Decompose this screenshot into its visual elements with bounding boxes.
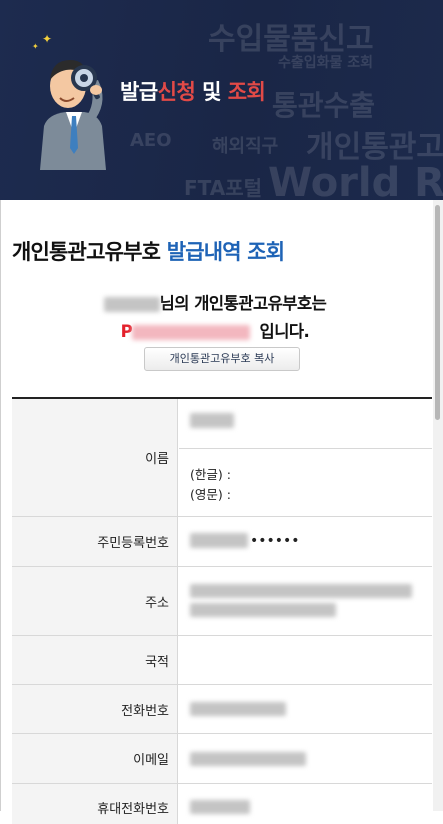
row-label: 주소 (12, 567, 178, 635)
redacted-rrn (190, 533, 248, 548)
table-row-address: 주소 (12, 567, 432, 636)
magnifier-man-illustration (40, 60, 106, 170)
page-title: 개인통관고유부호 발급내역 조회 (12, 240, 285, 264)
name-korean-label: (한글) : (190, 467, 231, 482)
name-english-label: (영문) : (190, 487, 231, 502)
row-label: 전화번호 (12, 685, 178, 733)
row-label: 주민등록번호 (12, 517, 178, 566)
row-label: 이름 (12, 399, 178, 516)
banner-bg-word: 해외직구 (212, 136, 279, 157)
banner: 수입물품신고 수출입화물 조회 통관수출 개인통관고유 AEO 해외직구 FTA… (0, 0, 443, 200)
result-message-line1: 님의 개인통관고유부호는 (0, 290, 430, 314)
banner-bg-word: AEO (130, 130, 172, 151)
redacted-address-line1 (190, 584, 412, 598)
redacted-email (190, 752, 306, 766)
redacted-phone (190, 702, 286, 716)
redacted-name (103, 297, 160, 312)
redacted-address-line2 (190, 603, 336, 617)
row-label: 국적 (12, 636, 178, 684)
banner-bg-word: 수출입화물 조회 (278, 55, 374, 71)
rrn-masked: •••••• (250, 533, 300, 549)
row-label: 이메일 (12, 734, 178, 783)
result-message-line2: P 입니다. (120, 322, 310, 341)
redacted-name-value (190, 413, 234, 428)
banner-bg-word: FTA포털 (184, 176, 263, 200)
redacted-mobile (190, 800, 250, 814)
scrollbar-thumb[interactable] (435, 205, 440, 420)
customs-code-prefix: P (120, 322, 133, 341)
redacted-customs-code (132, 325, 251, 340)
copy-code-button[interactable]: 개인통관고유부호 복사 (144, 347, 300, 371)
table-row-nationality: 국적 (12, 636, 432, 685)
row-label: 휴대전화번호 (12, 784, 178, 824)
name-inner-divider (179, 448, 432, 449)
banner-bg-word: 통관수출 (272, 89, 376, 122)
banner-title: 발급신청 및 조회 (120, 80, 266, 104)
banner-bg-word: World Re (268, 160, 443, 200)
